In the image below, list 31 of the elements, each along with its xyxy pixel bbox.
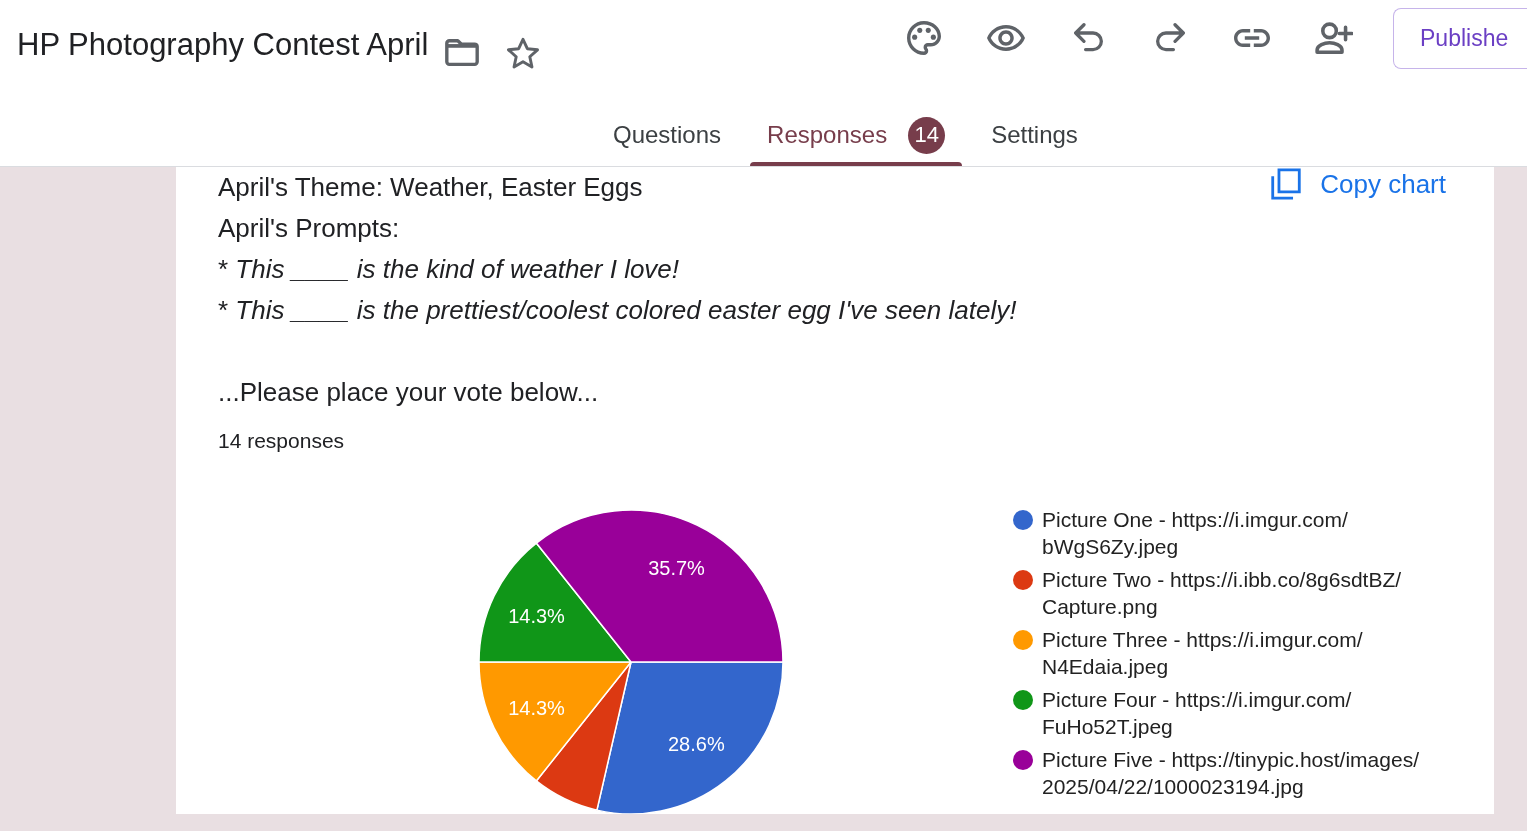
question-text: ...Please place your vote below...: [218, 376, 600, 409]
prompt-text: * This ____ is the prettiest/coolest colored easter egg I've seen lately!: [218, 294, 1017, 327]
copy-icon: [1271, 168, 1302, 200]
response-count: 14 responses: [218, 428, 346, 454]
star-icon[interactable]: [506, 37, 541, 70]
redo-icon[interactable]: [1155, 23, 1185, 53]
add-person-icon[interactable]: [1315, 22, 1353, 54]
legend-label: Picture Three - https://i.imgur.com/ N4Edaia.jpeg: [1042, 627, 1363, 680]
legend-label: Picture Four - https://i.imgur.com/ FuHo52T.jpeg: [1042, 687, 1352, 740]
undo-icon[interactable]: [1073, 23, 1103, 53]
legend-label: Picture One - https://i.imgur.com/ bWgS6Zy.jpeg: [1042, 507, 1348, 560]
question-text: April's Prompts:: [218, 212, 401, 245]
tab[interactable]: Settings: [974, 104, 1095, 166]
slice-label: 35.7%: [648, 556, 705, 579]
eye-icon[interactable]: [987, 25, 1025, 51]
tab[interactable]: Responses 14: [750, 104, 963, 166]
slice-label: 28.6%: [667, 733, 725, 756]
question-text: April's Theme: Weather, Easter Eggs: [218, 171, 644, 204]
count-badge: 14: [908, 116, 946, 154]
legend-label: Picture Five - https://tinypic.host/images/ 2025/04/22/1000023194.jpg: [1042, 747, 1419, 800]
link-icon[interactable]: [1234, 29, 1270, 47]
slice-label: 14.3%: [508, 696, 565, 719]
folder-icon[interactable]: [445, 39, 480, 66]
palette-icon[interactable]: [907, 21, 941, 55]
slice-label: 14.3%: [508, 605, 565, 628]
form-title[interactable]: HP Photography Contest April: [17, 28, 429, 62]
legend-label: Picture Two - https://i.ibb.co/8g6sdtBZ/ Capture.png: [1042, 567, 1402, 620]
prompt-text: * This ____ is the kind of weather I love!: [218, 253, 681, 286]
publish-button[interactable]: Publishe: [1393, 8, 1527, 69]
tab[interactable]: Questions: [596, 104, 739, 166]
copy-chart-button[interactable]: Copy chart: [1271, 167, 1446, 201]
